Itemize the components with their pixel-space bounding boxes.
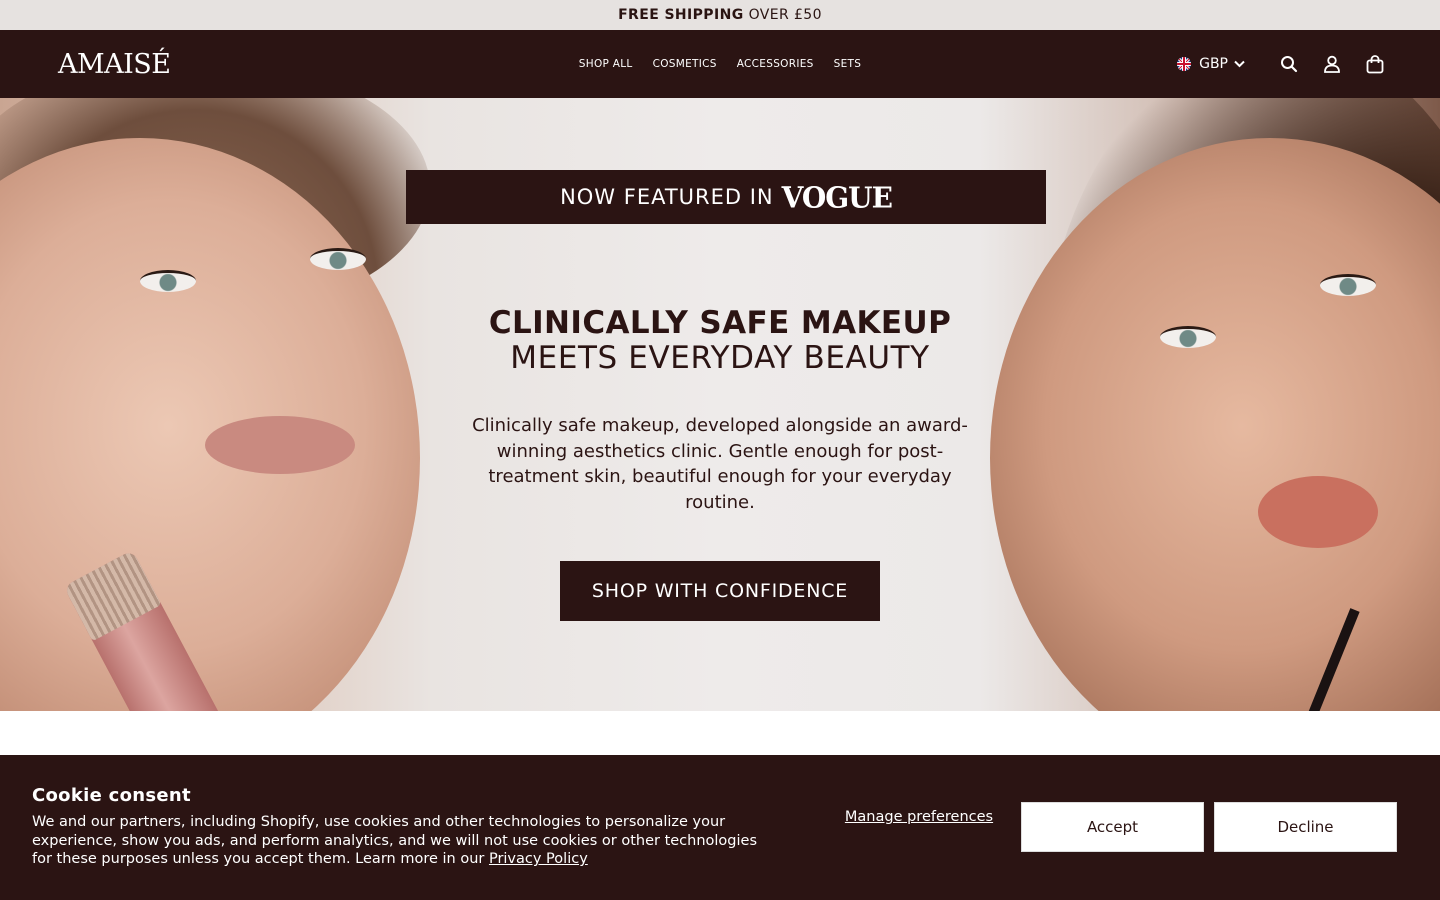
privacy-policy-link[interactable]: Privacy Policy [489, 851, 588, 867]
hero-headline-bold: CLINICALLY SAFE MAKEUP [488, 305, 952, 341]
currency-label: GBP [1199, 56, 1228, 72]
header-actions: GBP [1177, 44, 1396, 84]
announcement-bar: FREE SHIPPING OVER £50 [0, 0, 1440, 30]
hero-model-left-eye [310, 248, 366, 270]
cookie-title: Cookie consent [32, 785, 191, 806]
accept-cookies-button[interactable]: Accept [1021, 802, 1204, 852]
hero-model-left-lips [205, 416, 355, 474]
currency-selector[interactable]: GBP [1177, 56, 1245, 72]
chevron-down-icon [1234, 56, 1245, 72]
brand-logo[interactable]: AMAISÉ [58, 49, 171, 80]
featured-text: NOW FEATURED IN [560, 185, 774, 209]
cookie-description: We and our partners, including Shopify, … [32, 813, 772, 869]
featured-in-banner: NOW FEATURED IN VOGUE [406, 170, 1046, 224]
hero-model-right-eye [1320, 274, 1376, 296]
hero-subtitle: Clinically safe makeup, developed alongs… [472, 415, 968, 513]
site-header: AMAISÉ SHOP ALL COSMETICS ACCESSORIES SE… [0, 30, 1440, 98]
cookie-text: We and our partners, including Shopify, … [32, 814, 758, 867]
main-nav: SHOP ALL COSMETICS ACCESSORIES SETS [579, 58, 861, 70]
manage-preferences-link[interactable]: Manage preferences [844, 809, 994, 826]
cart-bag-icon[interactable] [1353, 44, 1396, 84]
hero-model-left-eye [140, 270, 196, 292]
hero-headline: CLINICALLY SAFE MAKEUP MEETS EVERYDAY BE… [0, 305, 1440, 375]
section-gap [0, 711, 1440, 755]
decline-cookies-button[interactable]: Decline [1214, 802, 1397, 852]
nav-cosmetics[interactable]: COSMETICS [653, 58, 717, 70]
account-icon[interactable] [1310, 44, 1353, 84]
nav-shop-all[interactable]: SHOP ALL [579, 58, 633, 70]
announcement-bold: FREE SHIPPING [618, 7, 744, 23]
uk-flag-icon [1177, 57, 1192, 71]
nav-sets[interactable]: SETS [834, 58, 862, 70]
announcement-text: OVER £50 [748, 7, 822, 23]
shop-with-confidence-button[interactable]: SHOP WITH CONFIDENCE [560, 561, 880, 621]
nav-accessories[interactable]: ACCESSORIES [737, 58, 814, 70]
cookie-consent-banner: Cookie consent We and our partners, incl… [0, 755, 1440, 900]
hero-headline-light: MEETS EVERYDAY BEAUTY [510, 340, 930, 376]
hero-model-right-lips [1258, 476, 1378, 548]
hero-model-right [990, 138, 1440, 711]
vogue-logo: VOGUE [781, 179, 893, 215]
hero-banner: NOW FEATURED IN VOGUE CLINICALLY SAFE MA… [0, 98, 1440, 711]
search-icon[interactable] [1267, 44, 1310, 84]
